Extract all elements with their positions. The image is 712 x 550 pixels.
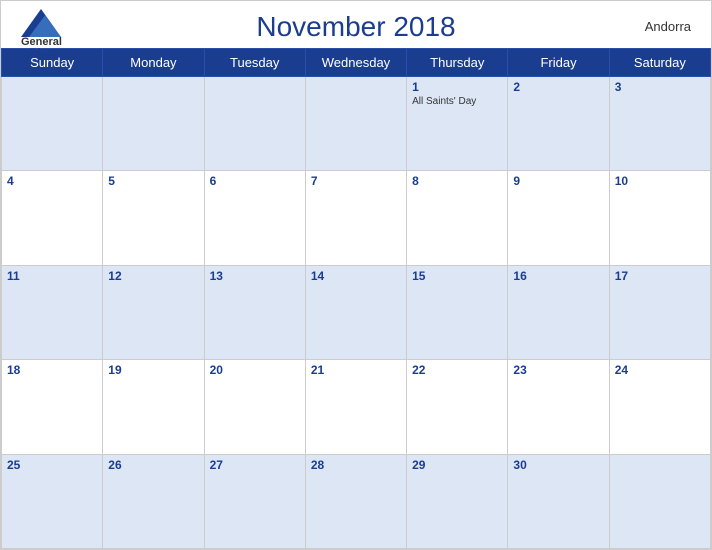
calendar-day-cell: 21 (305, 360, 406, 454)
calendar-day-cell: 20 (204, 360, 305, 454)
calendar-day-cell: 10 (609, 171, 710, 265)
calendar-table: SundayMondayTuesdayWednesdayThursdayFrid… (1, 48, 711, 549)
day-number: 18 (7, 363, 97, 377)
calendar-body: 1 All Saints' Day 23 456789 10 11 12 13 14 15 16 17… (2, 77, 711, 549)
day-number: 16 (513, 269, 603, 283)
day-number: 28 (311, 458, 401, 472)
calendar-day-cell: 25 (2, 454, 103, 548)
calendar-day-cell: 28 (305, 454, 406, 548)
calendar-header-row: SundayMondayTuesdayWednesdayThursdayFrid… (2, 49, 711, 77)
day-of-week-header: Tuesday (204, 49, 305, 77)
day-number: 19 (108, 363, 198, 377)
logo-icon (21, 9, 61, 37)
day-number: 12 (108, 269, 198, 283)
calendar-day-cell: 9 (508, 171, 609, 265)
day-number: 5 (108, 174, 198, 188)
calendar-day-cell: 26 (103, 454, 204, 548)
calendar-day-cell: 24 (609, 360, 710, 454)
calendar-day-cell: 7 (305, 171, 406, 265)
day-number: 22 (412, 363, 502, 377)
calendar-day-cell: 29 (407, 454, 508, 548)
day-of-week-header: Wednesday (305, 49, 406, 77)
day-of-week-header: Thursday (407, 49, 508, 77)
calendar-day-cell: 23 (508, 360, 609, 454)
calendar-day-cell: 3 (609, 77, 710, 171)
calendar-day-cell: 15 (407, 265, 508, 359)
calendar-day-cell (103, 77, 204, 171)
calendar-day-cell: 22 (407, 360, 508, 454)
day-number: 23 (513, 363, 603, 377)
day-number: 17 (615, 269, 705, 283)
calendar-day-cell: 17 (609, 265, 710, 359)
calendar-week-row: 11 12 13 14 15 16 17 (2, 265, 711, 359)
day-number: 11 (7, 269, 97, 283)
calendar-week-row: 25 26 27 28 29 30 (2, 454, 711, 548)
calendar-day-cell: 8 (407, 171, 508, 265)
day-of-week-header: Saturday (609, 49, 710, 77)
day-number: 20 (210, 363, 300, 377)
day-number: 10 (615, 174, 705, 188)
day-number: 13 (210, 269, 300, 283)
calendar-day-cell: 5 (103, 171, 204, 265)
calendar-day-cell (609, 454, 710, 548)
calendar-day-cell: 4 (2, 171, 103, 265)
calendar-day-cell: 2 (508, 77, 609, 171)
day-number: 3 (615, 80, 705, 94)
logo: General Blue (21, 9, 62, 59)
day-of-week-header: Monday (103, 49, 204, 77)
day-number: 27 (210, 458, 300, 472)
day-number: 8 (412, 174, 502, 188)
calendar-container: General Blue November 2018 Andorra Sunda… (0, 0, 712, 550)
calendar-day-cell: 18 (2, 360, 103, 454)
day-number: 30 (513, 458, 603, 472)
calendar-day-cell: 27 (204, 454, 305, 548)
event-label: All Saints' Day (412, 96, 502, 107)
calendar-day-cell: 16 (508, 265, 609, 359)
day-number: 9 (513, 174, 603, 188)
day-number: 6 (210, 174, 300, 188)
calendar-day-cell: 1 All Saints' Day (407, 77, 508, 171)
day-number: 25 (7, 458, 97, 472)
calendar-day-cell: 14 (305, 265, 406, 359)
calendar-day-cell: 12 (103, 265, 204, 359)
calendar-day-cell: 6 (204, 171, 305, 265)
day-number: 7 (311, 174, 401, 188)
logo-blue-text: Blue (30, 48, 54, 59)
day-number: 21 (311, 363, 401, 377)
calendar-week-row: 1 All Saints' Day 23 (2, 77, 711, 171)
calendar-day-cell: 13 (204, 265, 305, 359)
day-number: 26 (108, 458, 198, 472)
day-number: 29 (412, 458, 502, 472)
day-number: 24 (615, 363, 705, 377)
calendar-week-row: 456789 10 (2, 171, 711, 265)
day-number: 15 (412, 269, 502, 283)
calendar-day-cell (305, 77, 406, 171)
day-number: 2 (513, 80, 603, 94)
calendar-day-cell: 11 (2, 265, 103, 359)
calendar-day-cell (204, 77, 305, 171)
calendar-header: General Blue November 2018 Andorra (1, 1, 711, 48)
day-number: 4 (7, 174, 97, 188)
month-title: November 2018 (256, 11, 455, 43)
days-of-week-row: SundayMondayTuesdayWednesdayThursdayFrid… (2, 49, 711, 77)
calendar-day-cell (2, 77, 103, 171)
country-label: Andorra (645, 19, 691, 34)
day-number: 14 (311, 269, 401, 283)
calendar-day-cell: 19 (103, 360, 204, 454)
day-number: 1 (412, 80, 502, 94)
calendar-week-row: 18 19 20 21 22 23 24 (2, 360, 711, 454)
day-of-week-header: Friday (508, 49, 609, 77)
calendar-day-cell: 30 (508, 454, 609, 548)
